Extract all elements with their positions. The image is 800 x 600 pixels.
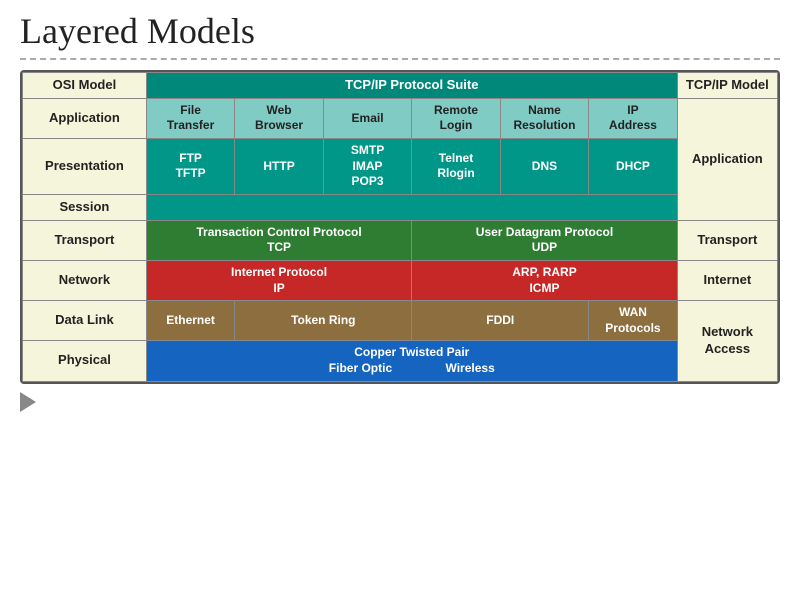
datalink-osi-label: Data Link — [23, 301, 147, 341]
transport-osi-label: Transport — [23, 220, 147, 260]
ethernet-cell: Ethernet — [146, 301, 234, 341]
network-osi-label: Network — [23, 260, 147, 300]
play-arrow-icon — [20, 392, 36, 412]
http-cell: HTTP — [235, 139, 323, 195]
osi-model-header: OSI Model — [23, 73, 147, 99]
ip-address-cell: IPAddress — [589, 98, 677, 138]
session-row: Session — [23, 194, 778, 220]
datalink-row: Data Link Ethernet Token Ring FDDI WANPr… — [23, 301, 778, 341]
file-transfer-cell: FileTransfer — [146, 98, 234, 138]
token-ring-cell: Token Ring — [235, 301, 412, 341]
arp-cell: ARP, RARPICMP — [412, 260, 677, 300]
transport-row: Transport Transaction Control ProtocolTC… — [23, 220, 778, 260]
presentation-osi-label: Presentation — [23, 139, 147, 195]
wan-cell: WANProtocols — [589, 301, 677, 341]
tcpip-model-header: TCP/IP Model — [677, 73, 777, 99]
layered-models-table: OSI Model TCP/IP Protocol Suite TCP/IP M… — [20, 70, 780, 384]
udp-cell: User Datagram ProtocolUDP — [412, 220, 677, 260]
session-content-cell — [146, 194, 677, 220]
remote-login-cell: RemoteLogin — [412, 98, 500, 138]
physical-row: Physical Copper Twisted Pair Fiber Optic… — [23, 341, 778, 381]
network-row: Network Internet ProtocolIP ARP, RARPICM… — [23, 260, 778, 300]
page: Layered Models OSI Model TCP/IP Protocol… — [0, 0, 800, 600]
header-row: OSI Model TCP/IP Protocol Suite TCP/IP M… — [23, 73, 778, 99]
application-osi-label: Application — [23, 98, 147, 138]
page-title: Layered Models — [20, 10, 780, 52]
wireless-label: Wireless — [445, 361, 494, 375]
transport-model-label: Transport — [677, 220, 777, 260]
telnet-cell: TelnetRlogin — [412, 139, 500, 195]
presentation-row: Presentation FTPTFTP HTTP SMTPIMAPPOP3 T… — [23, 139, 778, 195]
network-access-model-label: NetworkAccess — [677, 301, 777, 381]
tcp-cell: Transaction Control ProtocolTCP — [146, 220, 411, 260]
fiber-optic-label: Fiber Optic — [329, 361, 392, 375]
physical-protocols-cell: Copper Twisted Pair Fiber Optic Wireless — [146, 341, 677, 381]
smtp-imap-cell: SMTPIMAPPOP3 — [323, 139, 411, 195]
application-model-label: Application — [677, 98, 777, 220]
internet-model-label: Internet — [677, 260, 777, 300]
email-cell: Email — [323, 98, 411, 138]
physical-osi-label: Physical — [23, 341, 147, 381]
web-browser-cell: WebBrowser — [235, 98, 323, 138]
ip-cell: Internet ProtocolIP — [146, 260, 411, 300]
application-row: Application FileTransfer WebBrowser Emai… — [23, 98, 778, 138]
ftp-tftp-cell: FTPTFTP — [146, 139, 234, 195]
name-resolution-cell: NameResolution — [500, 98, 588, 138]
title-divider — [20, 58, 780, 60]
tcpip-suite-header: TCP/IP Protocol Suite — [146, 73, 677, 99]
session-osi-label: Session — [23, 194, 147, 220]
dhcp-cell: DHCP — [589, 139, 677, 195]
dns-cell: DNS — [500, 139, 588, 195]
fddi-cell: FDDI — [412, 301, 589, 341]
arrow-indicator — [20, 392, 780, 412]
